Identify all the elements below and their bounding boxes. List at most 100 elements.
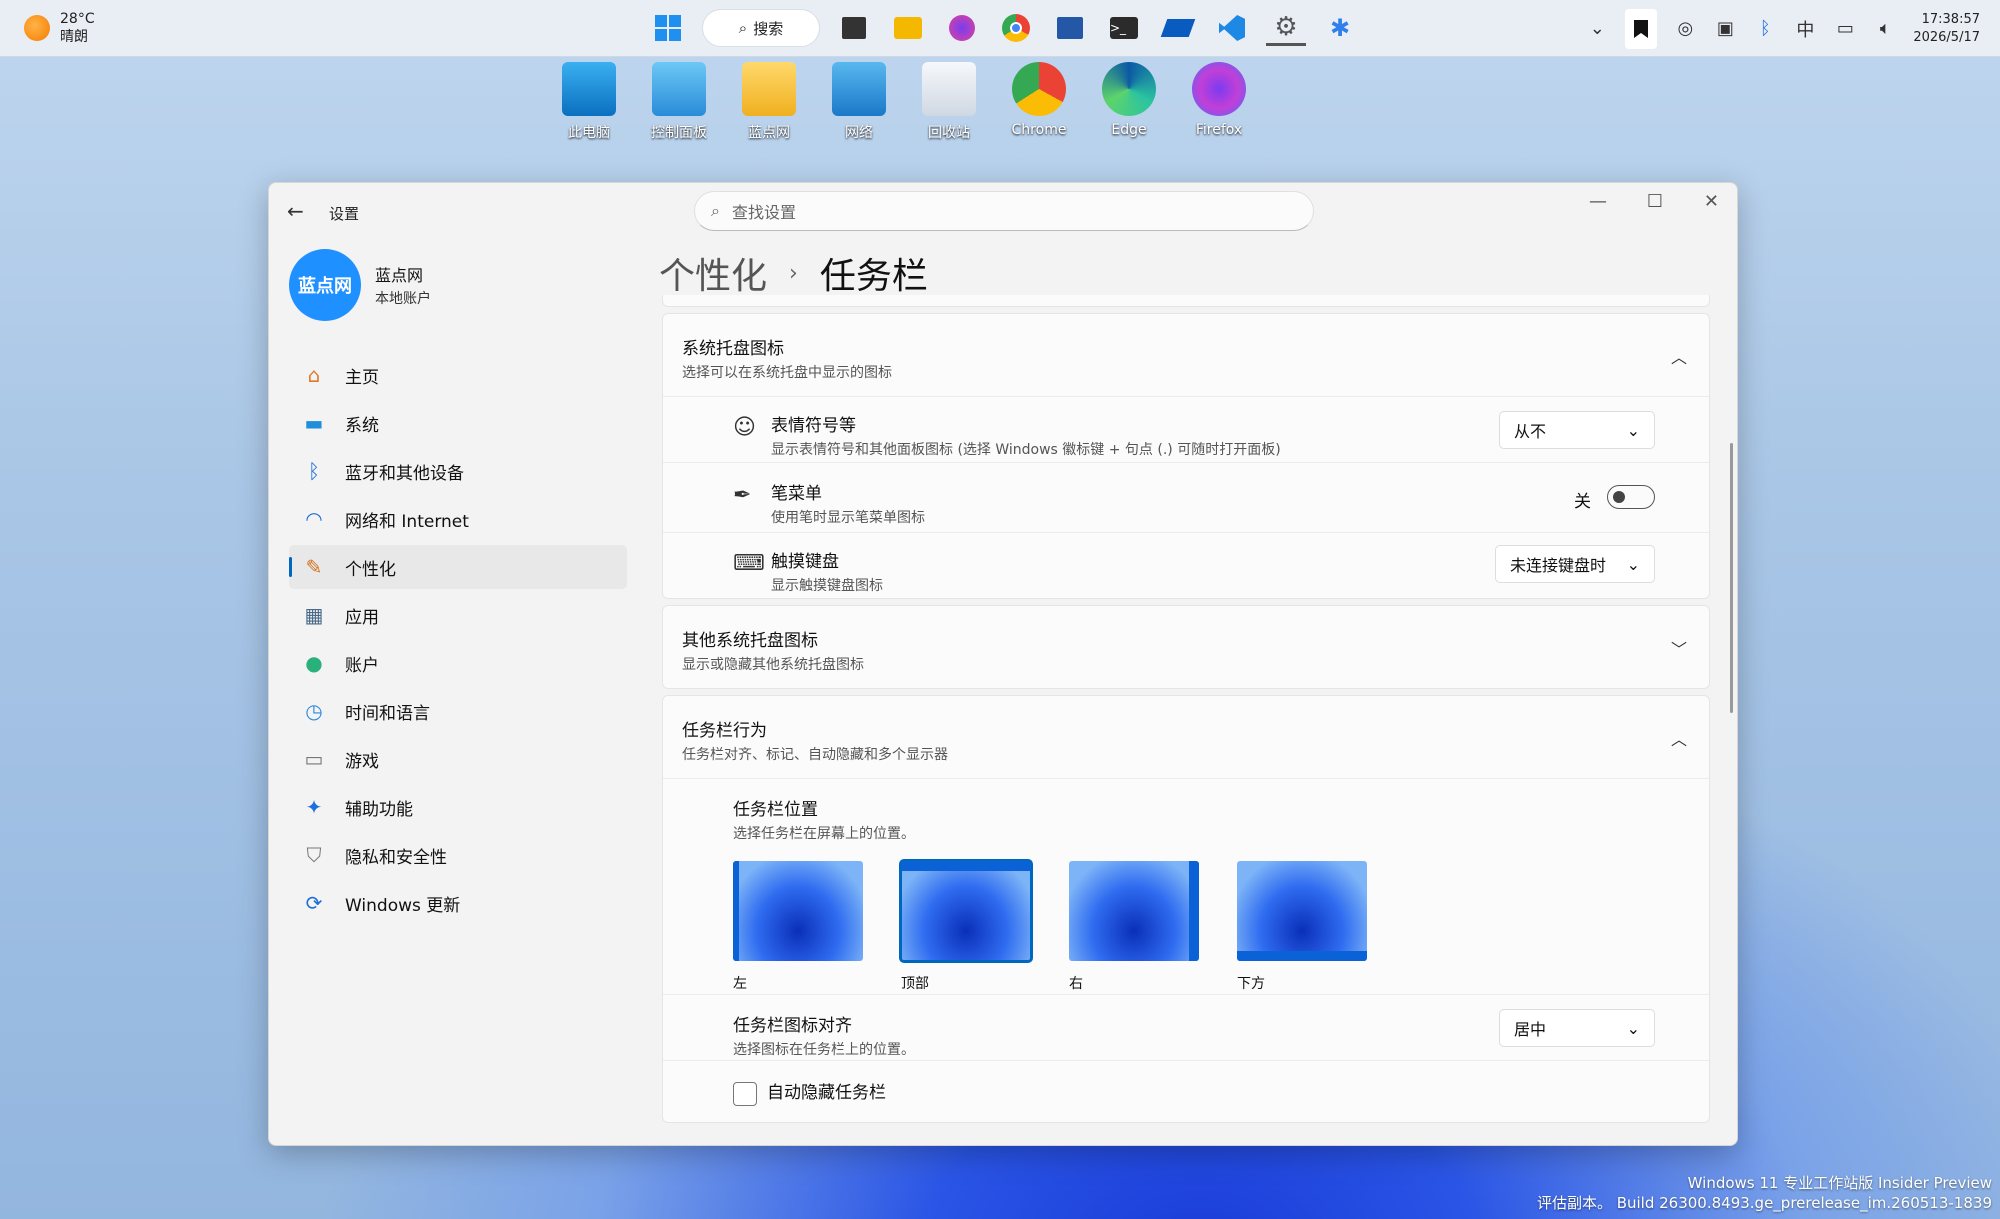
sidebar-item-bluetooth[interactable]: ᛒ 蓝牙和其他设备 bbox=[289, 449, 627, 493]
emoji-dropdown[interactable]: 从不 ⌄ bbox=[1499, 411, 1655, 449]
system-tray-header[interactable]: 系统托盘图标 选择可以在系统托盘中显示的图标 ︿ bbox=[663, 314, 1709, 396]
position-option-bottom[interactable]: 下方 bbox=[1237, 861, 1367, 993]
sidebar-item-accessibility[interactable]: ✦ 辅助功能 bbox=[289, 785, 627, 829]
breadcrumb-parent[interactable]: 个性化 bbox=[659, 247, 767, 299]
vscode-icon[interactable] bbox=[1212, 8, 1252, 48]
user-name: 蓝点网 bbox=[375, 266, 424, 285]
scrollbar[interactable] bbox=[1730, 443, 1733, 713]
pen-menu-toggle[interactable] bbox=[1607, 485, 1655, 509]
bookmark-tray-icon[interactable] bbox=[1625, 8, 1658, 49]
chevron-down-icon: ﹀ bbox=[1670, 640, 1687, 659]
tray-app-icon-2[interactable]: ▣ bbox=[1713, 18, 1737, 39]
desktop-icon-network[interactable]: 网络 bbox=[825, 62, 893, 142]
search-placeholder: 查找设置 bbox=[731, 203, 796, 222]
desktop-icon-user-folder[interactable]: 蓝点网 bbox=[735, 62, 803, 142]
autohide-checkbox[interactable] bbox=[733, 1081, 757, 1106]
back-arrow-icon[interactable]: ← bbox=[287, 199, 304, 223]
terminal-icon[interactable]: >_ bbox=[1104, 8, 1144, 48]
volume-icon[interactable]: 🔈︎ bbox=[1873, 18, 1897, 39]
chevron-down-icon: ⌄ bbox=[1626, 554, 1640, 574]
desktop-icon-control-panel[interactable]: 控制面板 bbox=[645, 62, 713, 142]
gamepad-icon: ▭ bbox=[304, 747, 324, 771]
brush-icon: ✎ bbox=[305, 555, 323, 579]
clock[interactable]: 17:38:57 2026/5/17 bbox=[1913, 11, 1980, 47]
recycle-bin-icon bbox=[922, 62, 976, 116]
desktop-icon-this-pc[interactable]: 此电脑 bbox=[555, 62, 623, 142]
desktop-icon-chrome[interactable]: Chrome bbox=[1005, 62, 1073, 142]
chrome-icon[interactable] bbox=[996, 8, 1036, 48]
desktop-icon-firefox[interactable]: Firefox bbox=[1185, 62, 1253, 142]
taskbar-apps: ⌕ 搜索 >_ ⚙ ✱ bbox=[648, 6, 1360, 50]
app-icon[interactable] bbox=[1158, 8, 1198, 48]
accessibility-icon: ✦ bbox=[305, 795, 323, 819]
user-folder-icon bbox=[742, 62, 796, 116]
file-explorer-icon[interactable] bbox=[834, 8, 874, 48]
system-tray-icons-section: 系统托盘图标 选择可以在系统托盘中显示的图标 ︿ ☺ 表情符号等 显示表情符号和… bbox=[662, 313, 1710, 599]
copilot-icon[interactable]: ✱ bbox=[1320, 8, 1360, 48]
weather-widget[interactable]: 28°C 晴朗 bbox=[24, 10, 95, 46]
settings-gear-icon[interactable]: ⚙ bbox=[1266, 10, 1306, 46]
bluetooth-icon[interactable]: ᛒ bbox=[1753, 18, 1777, 39]
clock-date: 2026/5/17 bbox=[1913, 29, 1980, 45]
monitor-icon bbox=[562, 62, 616, 116]
weather-temp: 28°C bbox=[60, 11, 95, 27]
firefox-icon bbox=[1192, 62, 1246, 116]
keyboard-icon: ⌨ bbox=[733, 551, 765, 576]
account-icon: ● bbox=[305, 651, 323, 675]
sidebar-item-home[interactable]: ⌂ 主页 bbox=[289, 353, 627, 397]
position-option-right[interactable]: 右 bbox=[1069, 861, 1199, 993]
minimize-icon[interactable]: — bbox=[1589, 191, 1607, 212]
sidebar-item-apps[interactable]: ▦ 应用 bbox=[289, 593, 627, 637]
sidebar-item-network[interactable]: ◠ 网络和 Internet bbox=[289, 497, 627, 541]
position-option-left[interactable]: 左 bbox=[733, 861, 863, 993]
sidebar-item-gaming[interactable]: ▭ 游戏 bbox=[289, 737, 627, 781]
desktop-icon-recycle-bin[interactable]: 回收站 bbox=[915, 62, 983, 142]
remote-desktop-icon[interactable] bbox=[1050, 8, 1090, 48]
sidebar-item-personalization[interactable]: ✎ 个性化 bbox=[289, 545, 627, 589]
sidebar-nav: ⌂ 主页 ▬ 系统 ᛒ 蓝牙和其他设备 ◠ 网络和 Internet ✎ 个性化 ▦ 应用 … bbox=[289, 353, 627, 929]
desktop-icons: 此电脑 控制面板 蓝点网 网络 回收站 Chrome Edge Firefox bbox=[555, 62, 1253, 142]
apps-icon: ▦ bbox=[304, 603, 324, 627]
wallpaper-thumbnail bbox=[1237, 861, 1367, 961]
desktop-icon-edge[interactable]: Edge bbox=[1095, 62, 1163, 142]
taskbar-behavior-section: 任务栏行为 任务栏对齐、标记、自动隐藏和多个显示器 ︿ 任务栏位置 选择任务栏在… bbox=[662, 695, 1710, 1123]
network-icon[interactable]: ▭ bbox=[1833, 18, 1857, 39]
edge-icon bbox=[1102, 62, 1156, 116]
tray-app-icon[interactable]: ◎ bbox=[1673, 18, 1697, 39]
settings-window: ← 设置 ⌕ 查找设置 — ☐ ✕ 蓝点网 蓝点网 本地账户 ⌂ 主页 ▬ 系统 ᛒ蓝… bbox=[268, 182, 1738, 1146]
chevron-up-icon: ︿ bbox=[1670, 348, 1687, 367]
sidebar-item-accounts[interactable]: ● 账户 bbox=[289, 641, 627, 685]
chevron-down-icon: ⌄ bbox=[1626, 420, 1640, 440]
taskbar-search-button[interactable]: ⌕ 搜索 bbox=[702, 9, 820, 47]
taskbar-search-label: 搜索 bbox=[753, 19, 784, 38]
firefox-icon[interactable] bbox=[942, 8, 982, 48]
other-tray-icons-section[interactable]: 其他系统托盘图标 显示或隐藏其他系统托盘图标 ﹀ bbox=[662, 605, 1710, 689]
user-profile[interactable]: 蓝点网 蓝点网 本地账户 bbox=[289, 249, 431, 321]
settings-search-input[interactable]: ⌕ 查找设置 bbox=[694, 191, 1314, 231]
wallpaper-thumbnail bbox=[1069, 861, 1199, 961]
chevron-down-icon[interactable]: ⌄ bbox=[1585, 18, 1609, 39]
sidebar-item-privacy[interactable]: ⛉ 隐私和安全性 bbox=[289, 833, 627, 877]
avatar: 蓝点网 bbox=[289, 249, 361, 321]
emoji-icon: ☺ bbox=[733, 415, 756, 440]
folder-icon[interactable] bbox=[888, 8, 928, 48]
position-option-top[interactable]: 顶部 bbox=[899, 859, 1033, 993]
ime-indicator[interactable]: 中 bbox=[1793, 16, 1817, 42]
sidebar-item-system[interactable]: ▬ 系统 bbox=[289, 401, 627, 445]
touch-keyboard-row: ⌨ 触摸键盘 显示触摸键盘图标 未连接键盘时 ⌄ bbox=[663, 532, 1709, 598]
search-icon: ⌕ bbox=[711, 201, 720, 220]
alignment-dropdown[interactable]: 居中 ⌄ bbox=[1499, 1009, 1655, 1047]
touch-keyboard-dropdown[interactable]: 未连接键盘时 ⌄ bbox=[1495, 545, 1655, 583]
taskbar: 28°C 晴朗 ⌕ 搜索 >_ ⚙ ✱ ⌄ ◎ ▣ ᛒ 中 ▭ 🔈︎ 17:38:… bbox=[0, 0, 2000, 57]
close-icon[interactable]: ✕ bbox=[1704, 191, 1719, 212]
user-account-type: 本地账户 bbox=[375, 291, 431, 307]
position-options: 左 顶部 右 下方 bbox=[733, 859, 1709, 993]
sidebar-item-windows-update[interactable]: ⟳ Windows 更新 bbox=[289, 881, 627, 925]
windows-start-icon[interactable] bbox=[648, 8, 688, 48]
search-icon: ⌕ bbox=[738, 19, 748, 37]
sidebar-item-time-language[interactable]: ◷ 时间和语言 bbox=[289, 689, 627, 733]
weather-desc: 晴朗 bbox=[60, 29, 88, 45]
update-icon: ⟳ bbox=[305, 891, 323, 915]
maximize-icon[interactable]: ☐ bbox=[1647, 191, 1663, 212]
taskbar-behavior-header[interactable]: 任务栏行为 任务栏对齐、标记、自动隐藏和多个显示器 ︿ bbox=[663, 696, 1709, 778]
